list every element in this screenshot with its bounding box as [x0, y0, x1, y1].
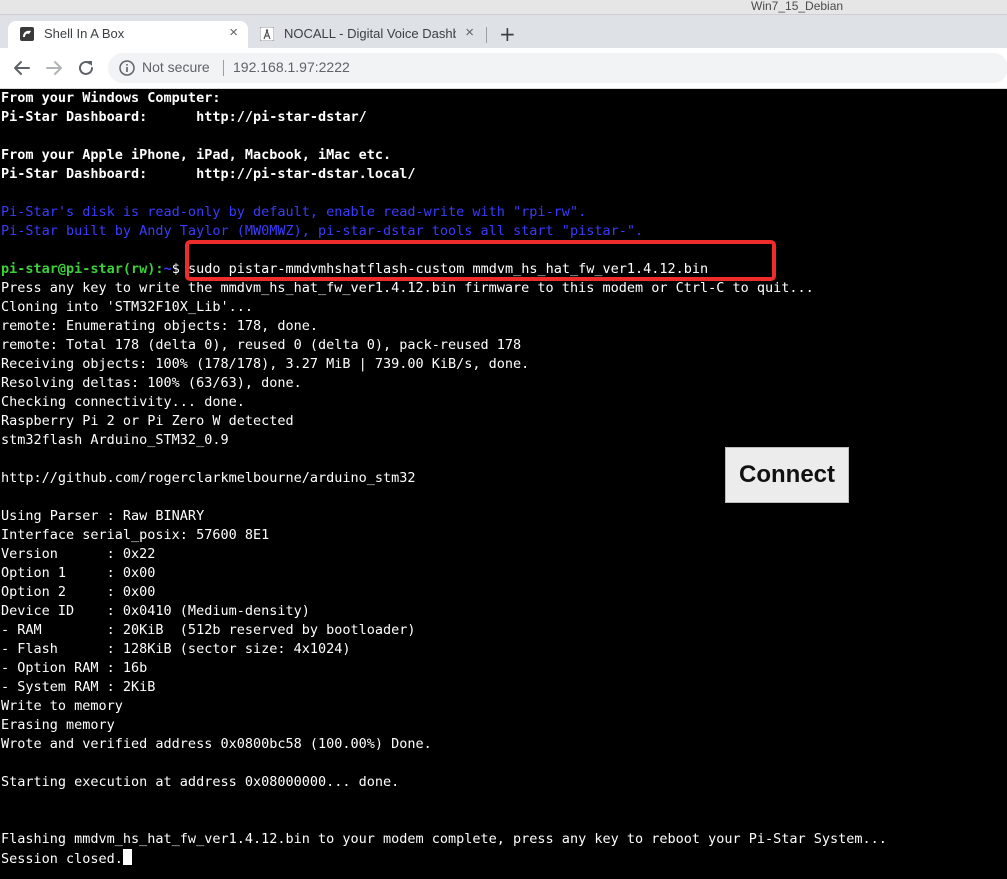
terminal-line-text: From your Windows Computer: [1, 90, 221, 106]
terminal-line: Using Parser : Raw BINARY [1, 507, 204, 526]
terminal-line-text: Interface serial_posix: 57600 8E1 [1, 527, 270, 543]
tab-strip: Shell In A Box × NOCALL - Digital Voice … [0, 15, 1007, 48]
address-divider [223, 60, 224, 76]
terminal-line: Checking connectivity... done. [1, 393, 245, 412]
terminal-line-text: Pi-Star Dashboard: http://pi-star-dstar.… [1, 166, 416, 182]
tab-shell-in-a-box[interactable]: Shell In A Box × [8, 21, 248, 48]
reload-icon[interactable] [75, 57, 97, 79]
terminal-line: Option 1 : 0x00 [1, 564, 155, 583]
terminal-line: Option 2 : 0x00 [1, 583, 155, 602]
tab-title: Shell In A Box [44, 26, 125, 41]
prompt-user-host: pi-star@pi-star(rw): [1, 261, 164, 277]
terminal-area[interactable]: From your Windows Computer: Pi-Star Dashb… [0, 89, 1007, 879]
terminal-line-text: - RAM : 20KiB (512b reserved by bootload… [1, 622, 416, 638]
terminal-prompt-line: pi-star@pi-star(rw):~$ sudo pistar-mmdvm… [1, 260, 708, 279]
info-icon[interactable] [119, 60, 135, 76]
terminal-line: remote: Total 178 (delta 0), reused 0 (d… [1, 336, 521, 355]
terminal-cursor [122, 849, 132, 865]
terminal-line: From your Apple iPhone, iPad, Macbook, i… [1, 146, 391, 165]
terminal-line-text: remote: Total 178 (delta 0), reused 0 (d… [1, 337, 522, 353]
terminal-line: Flashing mmdvm_hs_hat_fw_ver1.4.12.bin t… [1, 830, 887, 849]
terminal-line-text: Pi-Star's disk is read-only by default, … [1, 204, 587, 220]
terminal-line-text: From your Apple iPhone, iPad, Macbook, i… [1, 147, 392, 163]
terminal-line-text: http://github.com/rogerclarkmelbourne/ar… [1, 470, 416, 486]
tab-close-icon[interactable]: × [465, 24, 474, 42]
security-status[interactable]: Not secure [142, 59, 210, 75]
radio-tower-icon [260, 27, 274, 41]
terminal-line-text: Checking connectivity... done. [1, 394, 245, 410]
terminal-line-text: Device ID : 0x0410 (Medium-density) [1, 603, 310, 619]
prompt-command: sudo pistar-mmdvmhshatflash-custom mmdvm… [187, 261, 709, 277]
connect-button[interactable]: Connect [725, 447, 849, 503]
terminal-line-text: stm32flash Arduino_STM32_0.9 [1, 432, 229, 448]
terminal-line: - RAM : 20KiB (512b reserved by bootload… [1, 621, 416, 640]
terminal-line: http://github.com/rogerclarkmelbourne/ar… [1, 469, 416, 488]
os-title-bar: Win7_15_Debian [0, 0, 1007, 15]
terminal-line-text: Receiving objects: 100% (178/178), 3.27 … [1, 356, 530, 372]
terminal-line-text: Version : 0x22 [1, 546, 156, 562]
shell-icon [20, 27, 34, 41]
os-window-title: Win7_15_Debian [751, 0, 844, 13]
terminal-line: Interface serial_posix: 57600 8E1 [1, 526, 269, 545]
terminal-line-text: Press any key to write the mmdvm_hs_hat_… [1, 280, 814, 296]
terminal-line-text: - Option RAM : 16b [1, 660, 148, 676]
terminal-line-text: Wrote and verified address 0x0800bc58 (1… [1, 736, 432, 752]
terminal-line: Starting execution at address 0x08000000… [1, 773, 399, 792]
terminal-line: Erasing memory [1, 716, 115, 735]
terminal-line-text: Write to memory [1, 698, 123, 714]
terminal-line-text: Starting execution at address 0x08000000… [1, 774, 400, 790]
terminal-line-text: Session closed. [1, 851, 123, 867]
terminal-line: Pi-Star Dashboard: http://pi-star-dstar.… [1, 165, 416, 184]
terminal-line-text: Flashing mmdvm_hs_hat_fw_ver1.4.12.bin t… [1, 831, 887, 847]
terminal-line: stm32flash Arduino_STM32_0.9 [1, 431, 229, 450]
forward-arrow-icon[interactable] [43, 57, 65, 79]
terminal-line: Device ID : 0x0410 (Medium-density) [1, 602, 310, 621]
terminal-line-text: Resolving deltas: 100% (63/63), done. [1, 375, 302, 391]
terminal-line: remote: Enumerating objects: 178, done. [1, 317, 318, 336]
terminal-line-text: Pi-Star Dashboard: http://pi-star-dstar/ [1, 109, 367, 125]
terminal-line-text: - Flash : 128KiB (sector size: 4x1024) [1, 641, 351, 657]
terminal-line: Raspberry Pi 2 or Pi Zero W detected [1, 412, 294, 431]
terminal-line-text: remote: Enumerating objects: 178, done. [1, 318, 318, 334]
tab-nocall-dashboard[interactable]: NOCALL - Digital Voice Dashb × [252, 21, 484, 48]
terminal-line: Pi-Star built by Andy Taylor (MW0MWZ), p… [1, 222, 643, 241]
terminal-line: - Option RAM : 16b [1, 659, 147, 678]
terminal-line-text: Cloning into 'STM32F10X_Lib'... [1, 299, 253, 315]
terminal-line: - System RAM : 2KiB [1, 678, 155, 697]
tab-title: NOCALL - Digital Voice Dashb [284, 26, 456, 41]
terminal-line: Press any key to write the mmdvm_hs_hat_… [1, 279, 814, 298]
terminal-line: - Flash : 128KiB (sector size: 4x1024) [1, 640, 351, 659]
terminal-line-text: - System RAM : 2KiB [1, 679, 156, 695]
address-bar[interactable]: Not secure 192.168.1.97:2222 [108, 53, 1007, 83]
url-text[interactable]: 192.168.1.97:2222 [233, 59, 350, 75]
terminal-line-text: Raspberry Pi 2 or Pi Zero W detected [1, 413, 294, 429]
terminal-line: Session closed. [1, 849, 132, 868]
terminal-line: Pi-Star Dashboard: http://pi-star-dstar/ [1, 108, 367, 127]
tab-close-icon[interactable]: × [229, 24, 238, 42]
terminal-line: From your Windows Computer: [1, 89, 220, 108]
new-tab-button[interactable]: + [499, 22, 516, 46]
prompt-path: ~ [163, 261, 172, 277]
tab-divider [486, 27, 487, 43]
browser-window: Win7_15_Debian Shell In A Box × NOCALL -… [0, 0, 1007, 879]
terminal-line: Version : 0x22 [1, 545, 155, 564]
terminal-line: Wrote and verified address 0x0800bc58 (1… [1, 735, 432, 754]
terminal-line: Cloning into 'STM32F10X_Lib'... [1, 298, 253, 317]
back-arrow-icon[interactable] [11, 57, 33, 79]
browser-toolbar: Not secure 192.168.1.97:2222 [0, 48, 1007, 89]
prompt-symbol: $ [171, 261, 180, 277]
terminal-line-text: Option 2 : 0x00 [1, 584, 156, 600]
terminal-line: Write to memory [1, 697, 123, 716]
terminal-line: Resolving deltas: 100% (63/63), done. [1, 374, 302, 393]
terminal-line-text: Erasing memory [1, 717, 115, 733]
terminal-line: Pi-Star's disk is read-only by default, … [1, 203, 586, 222]
terminal-line-text: Pi-Star built by Andy Taylor (MW0MWZ), p… [1, 223, 644, 239]
terminal-line: Receiving objects: 100% (178/178), 3.27 … [1, 355, 529, 374]
terminal-line-text: Using Parser : Raw BINARY [1, 508, 205, 524]
terminal-line-text: Option 1 : 0x00 [1, 565, 156, 581]
